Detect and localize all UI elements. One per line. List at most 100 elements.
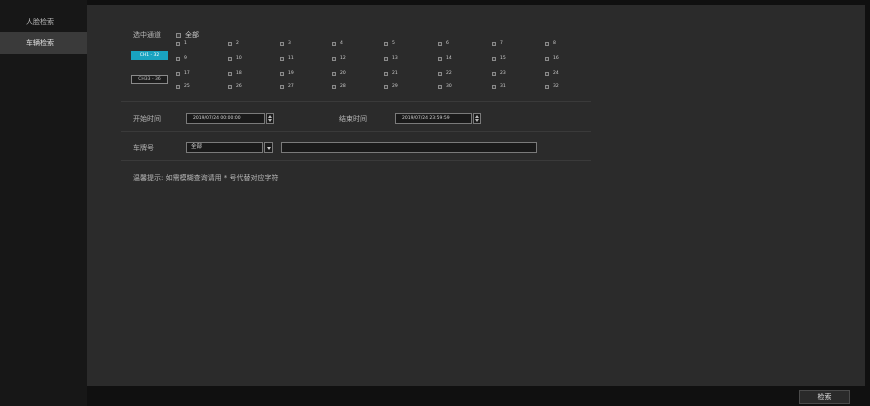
checkbox-label: 3 (288, 41, 291, 46)
channel-checkbox[interactable]: 10 (228, 56, 242, 61)
main-panel (87, 5, 865, 386)
checkbox-box (280, 56, 284, 61)
channel-checkbox[interactable]: 14 (438, 56, 452, 61)
channel-checkbox[interactable]: 8 (545, 41, 556, 46)
channel-checkbox[interactable]: 31 (492, 84, 506, 89)
checkbox-box (492, 56, 496, 61)
channel-select-label: 选中通道 (133, 31, 161, 39)
channel-checkbox[interactable]: 25 (176, 84, 190, 89)
checkbox-box (332, 56, 336, 61)
channel-checkbox[interactable]: 28 (332, 84, 346, 89)
channel-checkbox[interactable]: 7 (492, 41, 503, 46)
spin-up-icon (268, 115, 272, 118)
checkbox-label: 20 (340, 71, 346, 76)
checkbox-box (384, 84, 388, 89)
checkbox-box (545, 56, 549, 61)
channel-checkbox[interactable]: 3 (280, 41, 291, 46)
checkbox-label: 31 (500, 84, 506, 89)
channel-checkbox[interactable]: 20 (332, 71, 346, 76)
checkbox-box (176, 32, 181, 38)
channel-checkbox[interactable]: 18 (228, 71, 242, 76)
checkbox-box (176, 56, 180, 61)
divider (121, 131, 591, 132)
checkbox-all-channels[interactable]: 全部 (176, 30, 199, 40)
start-time-input[interactable]: 2019/07/24 00:00:00 (186, 113, 265, 124)
checkbox-label: 22 (446, 71, 452, 76)
channel-checkbox[interactable]: 23 (492, 71, 506, 76)
channel-checkbox[interactable]: 30 (438, 84, 452, 89)
checkbox-label: 15 (500, 56, 506, 61)
spin-down-icon (268, 119, 272, 122)
channel-checkbox[interactable]: 6 (438, 41, 449, 46)
checkbox-box (438, 56, 442, 61)
plate-region-select[interactable]: 全部 (186, 142, 263, 153)
checkbox-box (384, 41, 388, 46)
channel-group-1-32-button[interactable]: CH1 - 32 (131, 51, 168, 60)
checkbox-box (384, 71, 388, 76)
sidebar-item-face-search[interactable]: 人脸检索 (0, 11, 87, 33)
checkbox-label: 4 (340, 41, 343, 46)
checkbox-label: 6 (446, 41, 449, 46)
start-time-label: 开始时间 (133, 115, 161, 123)
channel-checkbox[interactable]: 13 (384, 56, 398, 61)
checkbox-label: 32 (553, 84, 559, 89)
channel-group-33-36-button[interactable]: CH33 - 36 (131, 75, 168, 84)
sidebar-item-vehicle-search[interactable]: 车辆检索 (0, 32, 87, 54)
channel-checkbox[interactable]: 12 (332, 56, 346, 61)
sidebar: 人脸检索 车辆检索 (0, 0, 87, 406)
channel-checkbox[interactable]: 15 (492, 56, 506, 61)
channel-checkbox[interactable]: 17 (176, 71, 190, 76)
checkbox-label: 11 (288, 56, 294, 61)
channel-checkbox[interactable]: 26 (228, 84, 242, 89)
checkbox-box (492, 84, 496, 89)
spin-up-icon (475, 115, 479, 118)
channel-checkbox[interactable]: 27 (280, 84, 294, 89)
checkbox-label: 29 (392, 84, 398, 89)
search-button[interactable]: 检索 (799, 390, 850, 404)
channel-checkbox[interactable]: 16 (545, 56, 559, 61)
plate-region-dropdown-button[interactable] (264, 142, 273, 153)
start-time-spinner[interactable] (266, 113, 274, 124)
divider (121, 160, 591, 161)
checkbox-label: 28 (340, 84, 346, 89)
channel-checkbox[interactable]: 4 (332, 41, 343, 46)
end-time-spinner[interactable] (473, 113, 481, 124)
checkbox-box (332, 84, 336, 89)
checkbox-box (438, 41, 442, 46)
checkbox-label: 1 (184, 41, 187, 46)
checkbox-label: 5 (392, 41, 395, 46)
checkbox-box (492, 41, 496, 46)
checkbox-box (176, 84, 180, 89)
channel-checkbox[interactable]: 9 (176, 56, 187, 61)
plate-number-input[interactable] (281, 142, 537, 153)
channel-checkbox[interactable]: 22 (438, 71, 452, 76)
checkbox-box (545, 41, 549, 46)
checkbox-box (438, 71, 442, 76)
channel-checkbox[interactable]: 29 (384, 84, 398, 89)
checkbox-label: 全部 (185, 31, 199, 39)
checkbox-label: 7 (500, 41, 503, 46)
checkbox-box (492, 71, 496, 76)
channel-checkbox[interactable]: 32 (545, 84, 559, 89)
divider (121, 101, 591, 102)
checkbox-label: 13 (392, 56, 398, 61)
checkbox-box (438, 84, 442, 89)
channel-checkbox[interactable]: 2 (228, 41, 239, 46)
search-tip-text: 温馨提示: 如需模糊查询请用 * 号代替对应字符 (133, 174, 279, 182)
checkbox-box (332, 71, 336, 76)
channel-checkbox[interactable]: 19 (280, 71, 294, 76)
checkbox-box (228, 84, 232, 89)
channel-checkbox[interactable]: 11 (280, 56, 294, 61)
channel-checkbox[interactable]: 5 (384, 41, 395, 46)
end-time-input[interactable]: 2019/07/24 23:59:59 (395, 113, 472, 124)
channel-checkbox[interactable]: 1 (176, 41, 187, 46)
checkbox-label: 14 (446, 56, 452, 61)
checkbox-box (280, 71, 284, 76)
end-time-label: 结束时间 (339, 115, 367, 123)
checkbox-box (228, 71, 232, 76)
channel-checkbox[interactable]: 21 (384, 71, 398, 76)
checkbox-label: 24 (553, 71, 559, 76)
channel-checkbox[interactable]: 24 (545, 71, 559, 76)
sidebar-item-label: 车辆检索 (26, 39, 54, 47)
checkbox-label: 27 (288, 84, 294, 89)
